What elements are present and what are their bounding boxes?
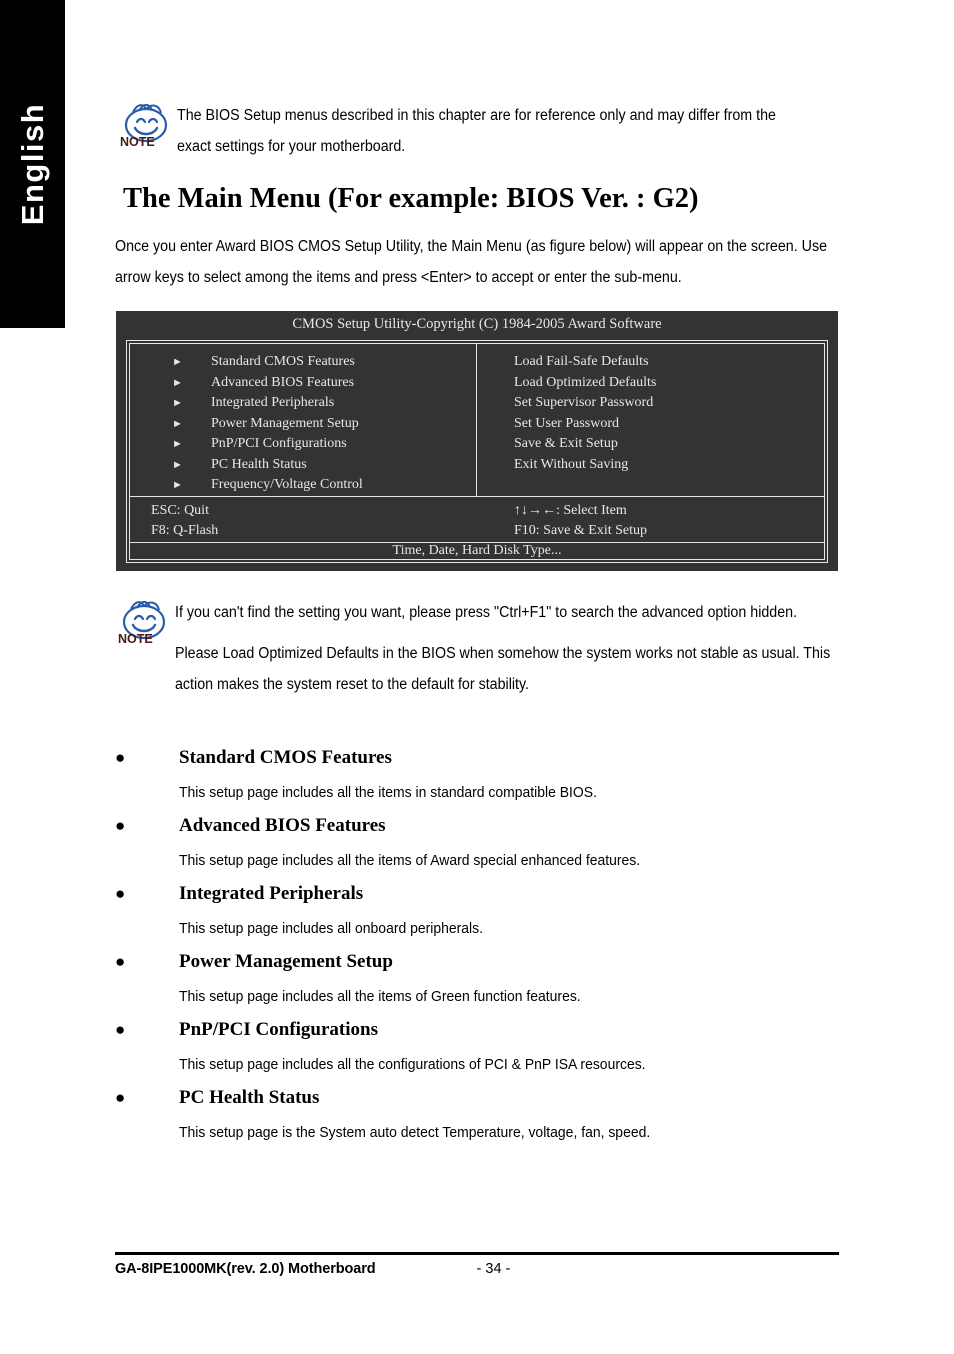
feature-section: ● Advanced BIOS Features This setup page… bbox=[115, 812, 875, 872]
bullet-dot-icon: ● bbox=[115, 816, 126, 835]
feature-description: This setup page includes all the items i… bbox=[179, 784, 597, 801]
triangle-right-icon: ► bbox=[172, 417, 183, 430]
bios-menu-area: ► Standard CMOS Features ► Advanced BIOS… bbox=[130, 344, 824, 497]
bios-menu-item[interactable]: Load Optimized Defaults bbox=[477, 373, 824, 394]
footer-divider bbox=[115, 1252, 839, 1255]
feature-description: This setup page includes all onboard per… bbox=[179, 920, 483, 937]
note-smiley-icon: NOTE bbox=[119, 102, 177, 154]
bios-menu-item-label: Frequency/Voltage Control bbox=[211, 477, 363, 492]
feature-title: Advanced BIOS Features bbox=[179, 815, 386, 836]
bios-menu-item[interactable]: ► Power Management Setup bbox=[130, 414, 476, 435]
note-paragraph-1: If you can't find the setting you want, … bbox=[175, 604, 798, 621]
bios-key-help-left: ESC: Quit F8: Q-Flash bbox=[130, 497, 477, 542]
bios-menu-right-column: Load Fail-Safe Defaults Load Optimized D… bbox=[477, 344, 824, 496]
feature-title: PC Health Status bbox=[179, 1087, 320, 1108]
note-text-top: The BIOS Setup menus described in this c… bbox=[177, 107, 776, 155]
bios-menu-item[interactable]: Exit Without Saving bbox=[477, 455, 824, 476]
bios-title-bar: CMOS Setup Utility-Copyright (C) 1984-20… bbox=[292, 316, 662, 332]
triangle-right-icon: ► bbox=[172, 438, 183, 450]
feature-title: PnP/PCI Configurations bbox=[179, 1019, 378, 1040]
bios-menu-item[interactable]: ► Frequency/Voltage Control bbox=[130, 475, 476, 496]
note-callout-top: NOTE The BIOS Setup menus described in t… bbox=[119, 100, 859, 162]
bios-key-esc: ESC: Quit bbox=[151, 502, 209, 518]
bios-setup-screen: CMOS Setup Utility-Copyright (C) 1984-20… bbox=[116, 311, 838, 571]
bios-inner-border: ► Standard CMOS Features ► Advanced BIOS… bbox=[129, 343, 825, 560]
bullet-dot-icon: ● bbox=[115, 952, 126, 971]
language-tab: English bbox=[0, 0, 65, 328]
note-callout-bottom: NOTE If you can't find the setting you w… bbox=[117, 597, 857, 700]
bios-key-f8: F8: Q-Flash bbox=[151, 522, 219, 538]
page-footer: GA-8IPE1000MK(rev. 2.0) Motherboard - 34… bbox=[115, 1258, 839, 1280]
bios-key-select-item: ↑↓→←: Select Item bbox=[514, 502, 627, 518]
bullet-dot-icon: ● bbox=[115, 748, 126, 767]
bios-menu-item-label: Power Management Setup bbox=[211, 415, 359, 431]
note-badge-text: NOTE bbox=[118, 632, 153, 646]
triangle-right-icon: ► bbox=[172, 397, 183, 409]
bios-menu-item[interactable]: Set User Password bbox=[477, 414, 824, 435]
feature-heading-row: ● Integrated Peripherals bbox=[115, 880, 875, 908]
feature-heading-row: ● Advanced BIOS Features bbox=[115, 812, 875, 840]
feature-section: ● Standard CMOS Features This setup page… bbox=[115, 744, 875, 804]
triangle-right-icon: ► bbox=[172, 376, 183, 389]
bios-menu-item-label: PnP/PCI Configurations bbox=[211, 436, 347, 451]
feature-title: Power Management Setup bbox=[179, 951, 393, 972]
triangle-right-icon: ► bbox=[172, 479, 183, 491]
note-paragraph-2: Please Load Optimized Defaults in the BI… bbox=[175, 645, 831, 693]
footer-page-number: - 34 - bbox=[476, 1261, 511, 1277]
page-heading: The Main Menu (For example: BIOS Ver. : … bbox=[123, 183, 699, 214]
bios-menu-item-label: Standard CMOS Features bbox=[211, 354, 355, 369]
bios-menu-item[interactable]: Save & Exit Setup bbox=[477, 434, 824, 455]
feature-heading-row: ● Power Management Setup bbox=[115, 948, 875, 976]
bios-menu-item[interactable]: Load Fail-Safe Defaults bbox=[477, 352, 824, 373]
note-text-bottom-wrap: If you can't find the setting you want, … bbox=[175, 597, 857, 700]
bios-menu-item-label: PC Health Status bbox=[211, 456, 307, 472]
bios-menu-item[interactable]: Set Supervisor Password bbox=[477, 393, 824, 414]
feature-section: ● PC Health Status This setup page is th… bbox=[115, 1084, 875, 1144]
triangle-right-icon: ► bbox=[172, 356, 183, 368]
bullet-dot-icon: ● bbox=[115, 1088, 126, 1107]
feature-title: Integrated Peripherals bbox=[179, 883, 364, 904]
intro-paragraph: Once you enter Award BIOS CMOS Setup Uti… bbox=[115, 238, 828, 286]
note-smiley-icon: NOTE bbox=[117, 599, 175, 651]
feature-description: This setup page is the System auto detec… bbox=[179, 1124, 651, 1141]
bios-menu-item[interactable]: ► Advanced BIOS Features bbox=[130, 373, 476, 394]
bios-status-bar: Time, Date, Hard Disk Type... bbox=[392, 542, 562, 558]
bios-menu-item-label: Advanced BIOS Features bbox=[211, 374, 355, 390]
feature-description: This setup page includes all the items o… bbox=[179, 988, 581, 1005]
footer-product-name: GA-8IPE1000MK(rev. 2.0) Motherboard bbox=[115, 1261, 376, 1277]
bios-key-help-right: ↑↓→←: Select Item F10: Save & Exit Setup bbox=[477, 497, 824, 542]
language-tab-label: English bbox=[14, 102, 50, 226]
bios-key-help-area: ESC: Quit F8: Q-Flash ↑↓→←: Select Item … bbox=[130, 497, 824, 543]
note-badge-text: NOTE bbox=[120, 135, 155, 149]
bullet-dot-icon: ● bbox=[115, 884, 126, 903]
feature-heading-row: ● PnP/PCI Configurations bbox=[115, 1016, 875, 1044]
bios-menu-left-column: ► Standard CMOS Features ► Advanced BIOS… bbox=[130, 344, 477, 496]
feature-title: Standard CMOS Features bbox=[179, 747, 392, 768]
bios-outer-border: ► Standard CMOS Features ► Advanced BIOS… bbox=[126, 340, 828, 563]
bios-key-f10: F10: Save & Exit Setup bbox=[514, 522, 647, 538]
feature-heading-row: ● PC Health Status bbox=[115, 1084, 875, 1112]
page-content: NOTE The BIOS Setup menus described in t… bbox=[115, 0, 845, 1354]
feature-section: ● Integrated Peripherals This setup page… bbox=[115, 880, 875, 940]
feature-description: This setup page includes all the items o… bbox=[179, 852, 641, 869]
bios-menu-item-label: Integrated Peripherals bbox=[211, 395, 335, 410]
triangle-right-icon: ► bbox=[172, 458, 183, 471]
bios-menu-item[interactable]: ► PC Health Status bbox=[130, 455, 476, 476]
bullet-dot-icon: ● bbox=[115, 1020, 126, 1039]
bios-menu-item[interactable]: ► PnP/PCI Configurations bbox=[130, 434, 476, 455]
feature-section: ● PnP/PCI Configurations This setup page… bbox=[115, 1016, 875, 1076]
bios-menu-item[interactable]: ► Integrated Peripherals bbox=[130, 393, 476, 414]
feature-description: This setup page includes all the configu… bbox=[179, 1056, 646, 1073]
feature-heading-row: ● Standard CMOS Features bbox=[115, 744, 875, 772]
feature-section: ● Power Management Setup This setup page… bbox=[115, 948, 875, 1008]
bios-menu-item[interactable]: ► Standard CMOS Features bbox=[130, 352, 476, 373]
